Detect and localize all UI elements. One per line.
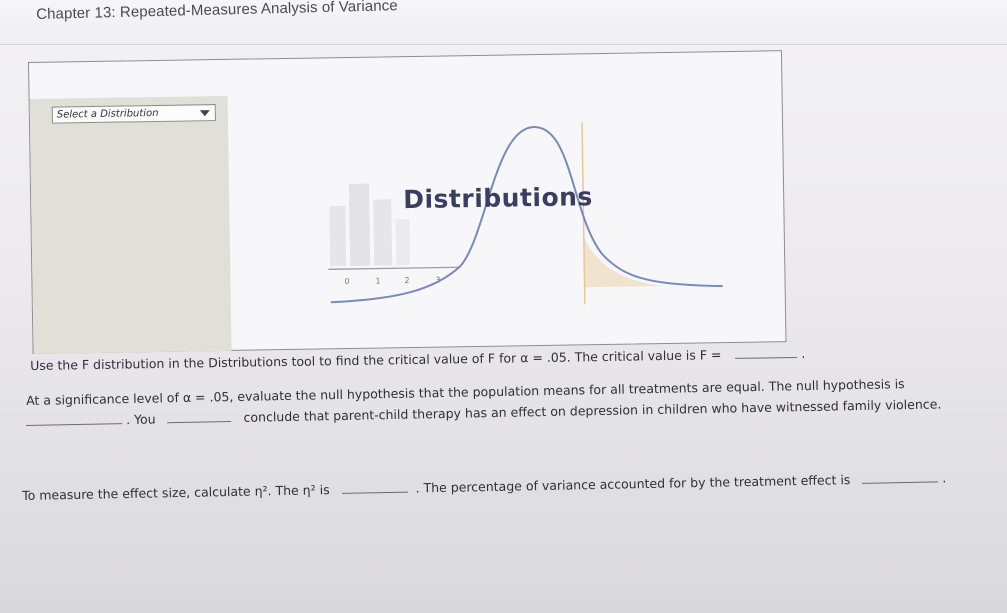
distribution-select-label: Select a Distribution: [56, 107, 159, 121]
histogram-bar: [329, 206, 347, 267]
distributions-title: Distributions: [402, 182, 594, 215]
question-text: . The percentage of variance accounted f…: [415, 472, 851, 496]
eta-squared-answer-blank[interactable]: [341, 481, 408, 494]
distributions-logo-svg: 0 1 2 3: [328, 122, 723, 305]
question-text: . You: [125, 411, 156, 428]
question-effect-size: To measure the effect size, calculate η²…: [22, 470, 946, 503]
critical-value-answer-blank[interactable]: [735, 346, 798, 359]
axis-tick-label: 0: [344, 277, 349, 286]
null-hypothesis-answer-blank[interactable]: [26, 413, 123, 426]
histogram-bar: [395, 219, 411, 266]
histogram-bar: [373, 199, 393, 266]
distribution-select[interactable]: Select a Distribution: [51, 104, 216, 124]
question-text: To measure the effect size, calculate η²…: [22, 482, 330, 503]
histogram-bar: [348, 183, 371, 266]
axis-line: [328, 266, 461, 270]
question-text: .: [801, 345, 806, 361]
axis-tick-label: 1: [375, 276, 380, 285]
question-text: .: [942, 470, 947, 486]
header-bar: Chapter 13: Repeated-Measures Analysis o…: [0, 0, 1007, 45]
tool-left-pane: [29, 95, 232, 354]
axis-tick-label: 2: [404, 276, 409, 285]
chapter-title: Chapter 13: Repeated-Measures Analysis o…: [36, 0, 398, 23]
distributions-tool-panel: Select a Distribution 0 1 2 3 Distributi…: [28, 50, 787, 354]
page: Chapter 13: Repeated-Measures Analysis o…: [0, 0, 1007, 613]
percentage-variance-answer-blank[interactable]: [862, 471, 939, 484]
distributions-graphic: 0 1 2 3 Distributions: [229, 81, 783, 350]
chevron-down-icon: [199, 110, 210, 117]
conclusion-answer-blank[interactable]: [167, 411, 232, 424]
